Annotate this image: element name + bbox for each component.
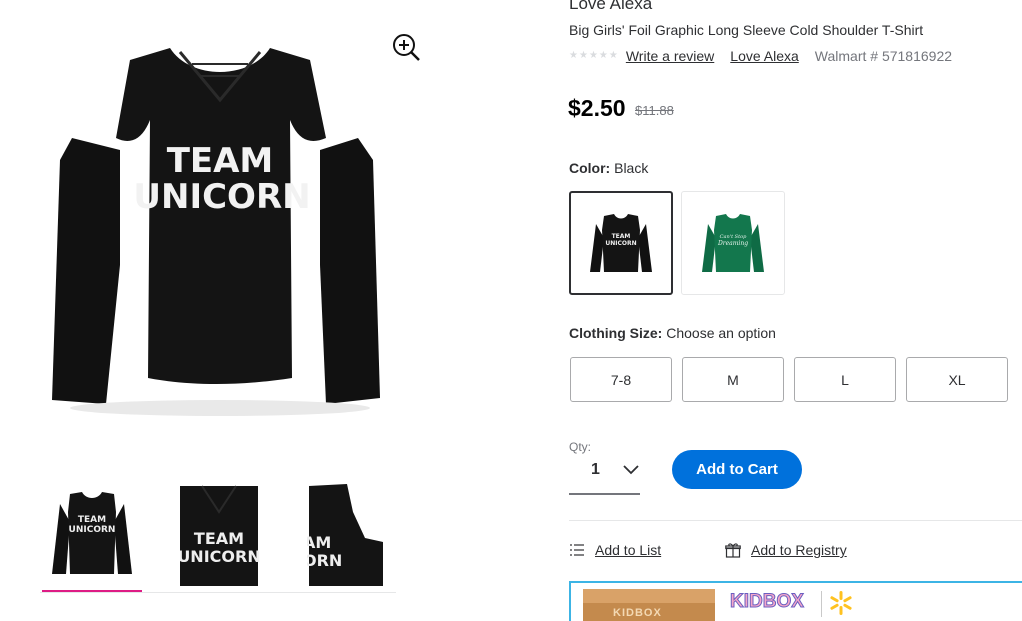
size-option-m[interactable]: M: [682, 357, 784, 402]
list-icon: [570, 544, 584, 556]
add-to-list-label: Add to List: [595, 542, 662, 558]
size-option-7-8[interactable]: 7-8: [570, 357, 672, 402]
size-option-xl[interactable]: XL: [906, 357, 1008, 402]
svg-text:UNICORN: UNICORN: [69, 525, 116, 535]
svg-text:UNICORN: UNICORN: [180, 547, 261, 566]
color-label: Color: Black: [569, 160, 648, 176]
qty-value: 1: [591, 461, 600, 478]
kidbox-logo: KIDBOX: [730, 591, 805, 613]
section-divider: [569, 520, 1022, 521]
brand-link[interactable]: Love Alexa: [730, 48, 799, 64]
kidbox-logo-text: KIDBOX: [730, 591, 805, 613]
chevron-down-icon: [623, 465, 639, 475]
svg-text:TEAM: TEAM: [612, 233, 631, 240]
size-label: Clothing Size: Choose an option: [569, 325, 776, 341]
svg-text:AM: AM: [307, 533, 331, 552]
svg-text:UNICORN: UNICORN: [605, 240, 636, 247]
add-to-registry-link[interactable]: Add to Registry: [725, 542, 847, 558]
thumbnail-1[interactable]: TEAM UNICORN: [42, 482, 142, 590]
size-option-l[interactable]: L: [794, 357, 896, 402]
rating-stars: ★ ★ ★ ★ ★: [569, 51, 618, 61]
main-graphic-line2: UNICORN: [133, 177, 310, 217]
thumbnail-2[interactable]: TEAM UNICORN: [177, 482, 280, 590]
color-label-title: Color:: [569, 160, 611, 176]
svg-text:Dreaming: Dreaming: [717, 240, 748, 247]
star-icon: ★: [578, 50, 588, 61]
write-review-link[interactable]: Write a review: [626, 48, 714, 64]
thumbnail-divider: [40, 592, 396, 593]
walmart-number: Walmart # 571816922: [814, 48, 953, 64]
product-meta-row: ★ ★ ★ ★ ★ Write a review Love Alexa Walm…: [569, 47, 952, 65]
star-icon: ★: [588, 50, 598, 61]
gift-icon: [725, 543, 741, 558]
main-graphic-line1: TEAM: [167, 141, 274, 181]
size-label-title: Clothing Size:: [569, 325, 663, 341]
zoom-icon[interactable]: [390, 31, 422, 63]
svg-text:TEAM: TEAM: [194, 529, 244, 548]
ad-box-text: KIDBOX: [613, 607, 662, 619]
thumbnail-3[interactable]: AM ORN: [303, 482, 407, 590]
ad-box-image: KIDBOX: [583, 589, 715, 621]
star-icon: ★: [598, 50, 608, 61]
thumbnail-strip: TEAM UNICORN TEAM UNICORN AM ORN: [40, 482, 396, 594]
add-to-registry-label: Add to Registry: [751, 542, 847, 558]
current-price: $2.50: [568, 95, 626, 121]
main-product-image[interactable]: TEAM UNICORN: [40, 20, 400, 420]
brand-heading: Love Alexa: [569, 0, 653, 13]
ad-separator: [821, 591, 822, 617]
was-price: $11.88: [635, 103, 674, 118]
add-to-list-link[interactable]: Add to List: [569, 542, 661, 558]
star-icon: ★: [608, 50, 618, 61]
star-icon: ★: [569, 50, 578, 61]
size-prompt: Choose an option: [666, 325, 776, 341]
add-to-cart-button[interactable]: Add to Cart: [672, 450, 802, 489]
shirt-illustration: TEAM UNICORN: [52, 48, 380, 416]
color-swatch-black[interactable]: TEAM UNICORN: [569, 191, 673, 295]
walmart-spark-icon: [830, 591, 852, 615]
qty-dropdown[interactable]: 1: [569, 455, 640, 495]
color-selected-value: Black: [614, 160, 649, 176]
product-title: Big Girls' Foil Graphic Long Sleeve Cold…: [569, 22, 924, 38]
svg-text:TEAM: TEAM: [78, 515, 106, 525]
qty-label: Qty:: [569, 440, 592, 454]
color-swatch-green[interactable]: Can't Stop Dreaming: [681, 191, 785, 295]
svg-text:ORN: ORN: [307, 551, 342, 570]
kidbox-ad-banner[interactable]: KIDBOX KIDBOX: [569, 581, 1022, 621]
ad-box-flap: [583, 589, 715, 603]
